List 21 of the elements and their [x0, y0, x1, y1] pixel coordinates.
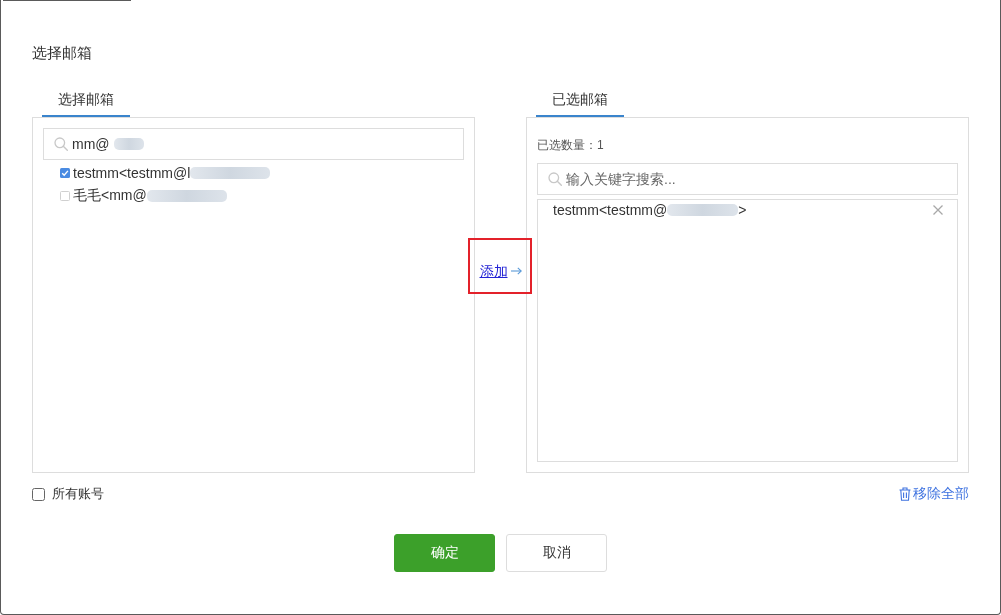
trash-icon — [899, 487, 911, 501]
checkbox-label[interactable]: 所有账号 — [52, 485, 104, 503]
contact-label[interactable]: testmm<testmm@l — [73, 164, 191, 181]
checkbox[interactable] — [32, 487, 45, 501]
add-link[interactable]: 添加 — [479, 263, 522, 279]
contact-label: > — [738, 202, 747, 218]
tab[interactable]: 已选邮箱 — [536, 83, 624, 117]
checkbox[interactable] — [60, 167, 70, 178]
tab[interactable]: 选择邮箱 — [42, 83, 130, 117]
close-icon[interactable] — [933, 205, 943, 215]
search-field[interactable]: 输入关键字搜索... — [537, 163, 958, 195]
search-field[interactable]: mm@ — [43, 128, 464, 160]
search-icon — [548, 172, 562, 186]
contact-label[interactable]: 毛毛<mm@ — [73, 186, 147, 205]
selected-count: 已选数量：1 — [537, 137, 604, 154]
cancel-button[interactable]: 取消 — [506, 534, 607, 572]
arrow-right-icon — [510, 267, 522, 275]
search-icon — [54, 137, 68, 151]
dialog-title: 选择邮箱 — [32, 43, 92, 63]
contact-label: testmm<testmm@ — [553, 202, 668, 218]
remove-all-link[interactable]: 移除全部 — [899, 485, 969, 503]
